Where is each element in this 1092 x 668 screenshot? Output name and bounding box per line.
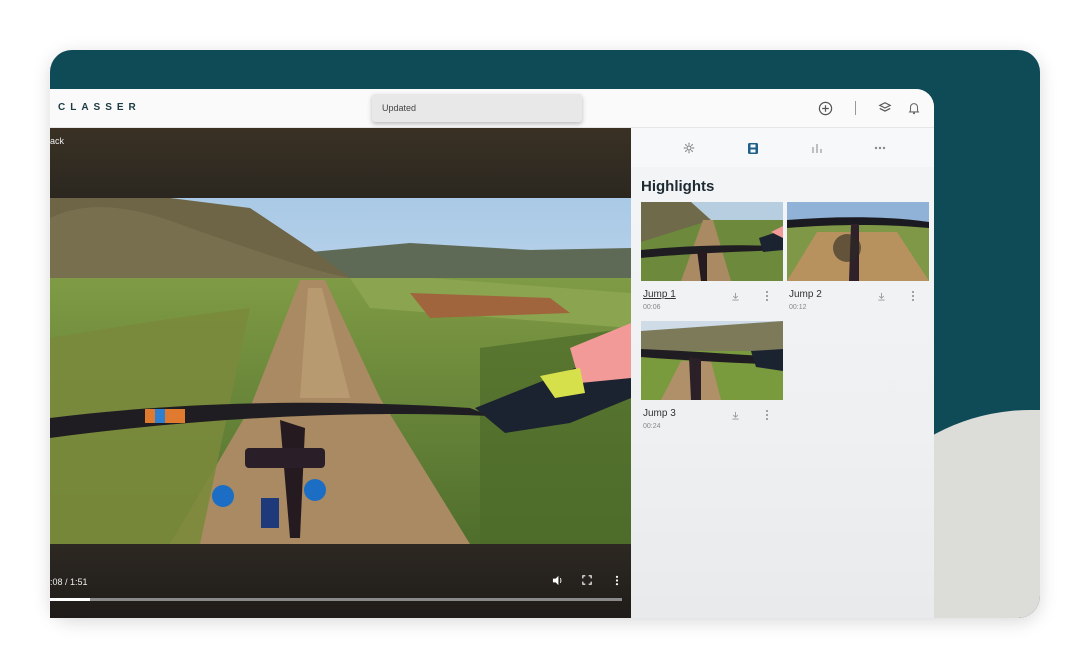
app-window: CLASSER Updated Back <box>50 89 934 618</box>
sidebar-tabs <box>631 128 934 167</box>
time-display: :08 / 1:51 <box>50 577 88 587</box>
sidebar-panel: Highlights Jump 1 00:06 Jump 2 00:12 Jum… <box>631 128 934 618</box>
clip-title[interactable]: Jump 1 <box>643 289 676 300</box>
player-top-area <box>50 128 631 198</box>
clip-thumbnail[interactable] <box>641 202 783 281</box>
download-icon[interactable] <box>731 292 740 303</box>
topbar-divider <box>855 101 856 115</box>
back-link[interactable]: Back <box>50 136 64 146</box>
highlight-clip[interactable]: Jump 1 00:06 <box>641 202 783 311</box>
clip-menu-icon[interactable] <box>763 409 771 421</box>
tab-more[interactable] <box>872 140 888 156</box>
video-frame <box>50 198 631 544</box>
progress-fill <box>50 598 91 601</box>
clip-menu-icon[interactable] <box>763 290 771 302</box>
clip-menu-icon[interactable] <box>909 290 917 302</box>
add-circle-icon[interactable] <box>816 99 834 117</box>
updated-toast: Updated <box>372 94 582 122</box>
download-icon[interactable] <box>731 411 740 422</box>
fullscreen-icon[interactable] <box>580 575 594 588</box>
highlight-clip[interactable]: Jump 2 00:12 <box>787 202 929 311</box>
player-bottom-area <box>50 544 631 618</box>
download-icon[interactable] <box>877 292 886 303</box>
tab-stats[interactable] <box>809 140 825 156</box>
highlight-clip[interactable]: Jump 3 00:24 <box>641 321 783 430</box>
progress-bar[interactable] <box>50 598 622 601</box>
clip-thumbnail[interactable] <box>787 202 929 281</box>
app-logo: CLASSER <box>58 102 141 113</box>
video-player[interactable]: Back <box>50 128 631 618</box>
tab-settings[interactable] <box>681 140 697 156</box>
volume-icon[interactable] <box>550 575 564 589</box>
clip-duration: 00:12 <box>789 304 807 311</box>
clip-duration: 00:06 <box>643 304 661 311</box>
clip-title[interactable]: Jump 3 <box>643 408 676 419</box>
top-bar: CLASSER Updated <box>50 89 934 128</box>
clip-title[interactable]: Jump 2 <box>789 289 822 300</box>
more-vert-icon[interactable] <box>610 575 624 589</box>
bell-icon[interactable] <box>905 99 923 117</box>
highlights-heading: Highlights <box>641 178 715 195</box>
clip-thumbnail[interactable] <box>641 321 783 400</box>
layers-icon[interactable] <box>876 99 894 117</box>
clip-duration: 00:24 <box>643 423 661 430</box>
tab-highlights-film[interactable] <box>745 140 761 156</box>
